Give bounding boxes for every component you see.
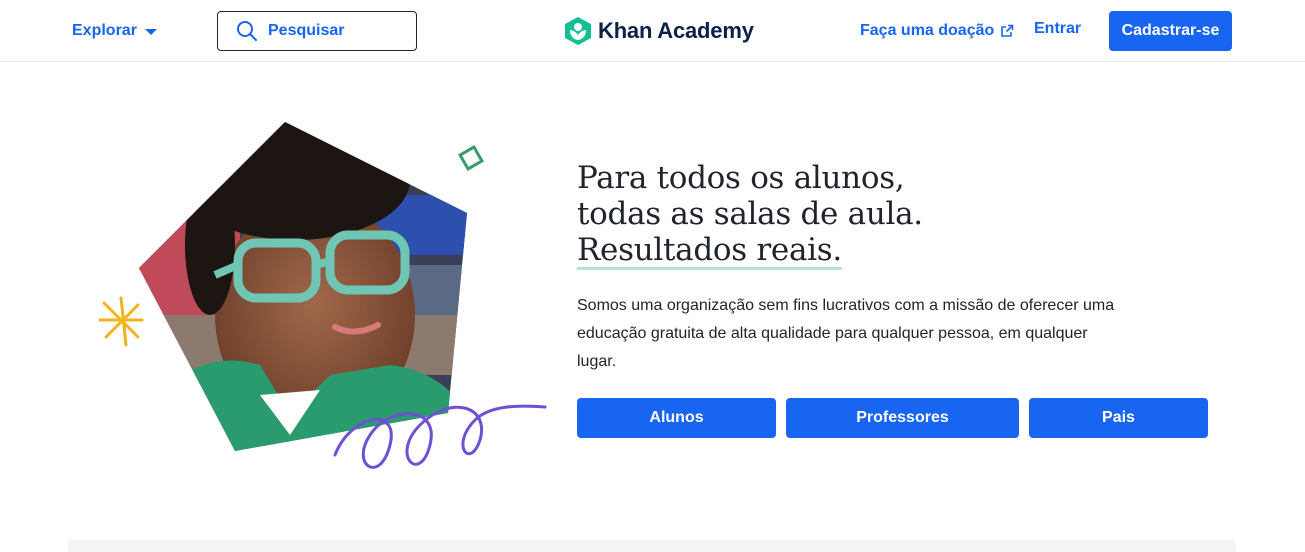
- top-navigation: Explorar Pesquisar Khan Academy Faça uma…: [0, 0, 1305, 62]
- explore-label: Explorar: [72, 22, 137, 39]
- headline-line-2: todas as salas de aula.: [577, 196, 923, 232]
- khan-logo-icon: [565, 17, 591, 45]
- external-link-icon: [1001, 24, 1014, 37]
- student-photo: [139, 122, 467, 451]
- hero-headline: Para todos os alunos, todas as salas de …: [577, 160, 997, 270]
- headline-line-3: Resultados reais.: [577, 232, 842, 270]
- green-square-decoration: [458, 145, 484, 171]
- donate-link[interactable]: Faça uma doação: [860, 20, 1014, 42]
- headline-line-1: Para todos os alunos,: [577, 160, 905, 196]
- search-icon: [237, 21, 257, 41]
- yellow-star-decoration: [98, 296, 144, 347]
- next-section-edge: [68, 540, 1236, 552]
- login-link[interactable]: Entrar: [1034, 20, 1081, 42]
- parents-button[interactable]: Pais: [1029, 398, 1208, 438]
- search-label: Pesquisar: [268, 22, 345, 39]
- search-input[interactable]: Pesquisar: [217, 11, 417, 51]
- teachers-button[interactable]: Professores: [786, 398, 1019, 438]
- brand-name: Khan Academy: [598, 18, 754, 43]
- khan-academy-logo[interactable]: Khan Academy: [564, 16, 754, 46]
- hero-description: Somos uma organização sem fins lucrativo…: [577, 297, 1115, 370]
- explore-menu[interactable]: Explorar: [72, 20, 157, 42]
- signup-button[interactable]: Cadastrar-se: [1109, 11, 1232, 51]
- hero-illustration: [90, 115, 560, 485]
- donate-label: Faça uma doação: [860, 22, 995, 39]
- students-button[interactable]: Alunos: [577, 398, 776, 438]
- chevron-down-icon: [144, 29, 157, 35]
